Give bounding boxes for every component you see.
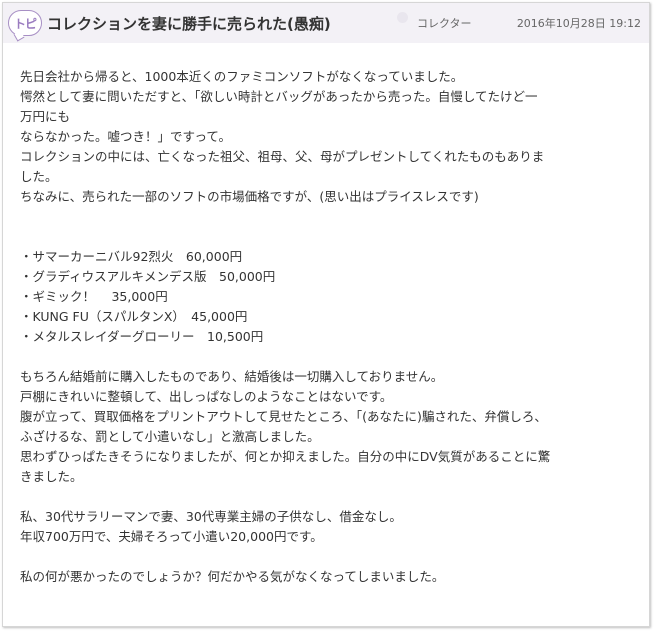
post-body-line: [20, 547, 632, 567]
post-body-line: 先日会社から帰ると、1000本近くのファミコンソフトがなくなっていました。: [20, 69, 464, 84]
post-body-line: [20, 207, 632, 227]
post-body-line: 戸棚にきれいに整頓して、出しっぱなしのようなことはないです。: [20, 389, 393, 404]
post-title[interactable]: コレクションを妻に勝手に売られた(愚痴): [47, 13, 331, 34]
post-body-line: ふざけるな、罰として小遣いなし」と激高しました。: [20, 429, 320, 444]
post-body-line: 思わずひっぱたきそうになりましたが、何とか抑えました。自分の中にDV気質があるこ…: [20, 449, 551, 464]
post-body-line: 私の何が悪かったのでしょうか？何だかやる気がなくなってしまいました。: [20, 569, 445, 584]
post-body-line: 愕然として妻に問いただすと、「欲しい時計とバッグがあったから売った。自慢してたけ…: [20, 89, 538, 104]
topic-badge-label: トピ: [13, 17, 37, 31]
post-body-line: [20, 227, 632, 247]
post-body-line: した。: [20, 169, 58, 184]
post-body-line: [20, 487, 632, 507]
post-body-line: ちなみに、売られた一部のソフトの市場価格ですが、(思い出はプライスレスです): [20, 189, 479, 204]
post-body-line: ・メタルスレイダーグローリー 10,500円: [20, 329, 264, 344]
post-container: トピ コレクションを妻に勝手に売られた(愚痴) コレクター 2016年10月28…: [2, 2, 650, 627]
post-body-line: ・グラディウスアルキメンデス版 50,000円: [20, 269, 276, 284]
post-body-line: 年収700万円で、夫婦そろって小遣い20,000円です。: [20, 529, 323, 544]
post-header: トピ コレクションを妻に勝手に売られた(愚痴) コレクター 2016年10月28…: [3, 3, 649, 43]
post-date: 2016年10月28日 19:12: [516, 17, 641, 30]
post-body-line: ・KUNG FU（スパルタンX） 45,000円: [20, 309, 248, 324]
post-body-line: [20, 347, 632, 367]
post-body-line: 私、30代サラリーマンで妻、30代専業主婦の子供なし、借金なし。: [20, 509, 402, 524]
post-body-line: ・サマーカーニバル92烈火 60,000円: [20, 249, 243, 264]
post-body-line: ならなかった。嘘つき！」ですって。: [20, 129, 232, 144]
author-avatar-icon: [397, 12, 408, 23]
topic-badge-icon: トピ: [8, 10, 42, 36]
post-body: 先日会社から帰ると、1000本近くのファミコンソフトがなくなっていました。愕然と…: [20, 67, 632, 587]
post-author[interactable]: コレクター: [417, 15, 472, 31]
post-body-line: 腹が立って、買取価格をプリントアウトして見せたところ、「(あなたに)騙された、弁…: [20, 409, 547, 424]
post-body-line: 万円にも: [20, 109, 71, 124]
post-body-line: コレクションの中には、亡くなった祖父、祖母、父、母がプレゼントしてくれたものもあ…: [20, 149, 545, 164]
post-body-line: もちろん結婚前に購入したものであり、結婚後は一切購入しておりません。: [20, 369, 444, 384]
post-body-line: きました。: [20, 469, 83, 484]
post-body-line: ・ギミック！ 35,000円: [20, 289, 168, 304]
